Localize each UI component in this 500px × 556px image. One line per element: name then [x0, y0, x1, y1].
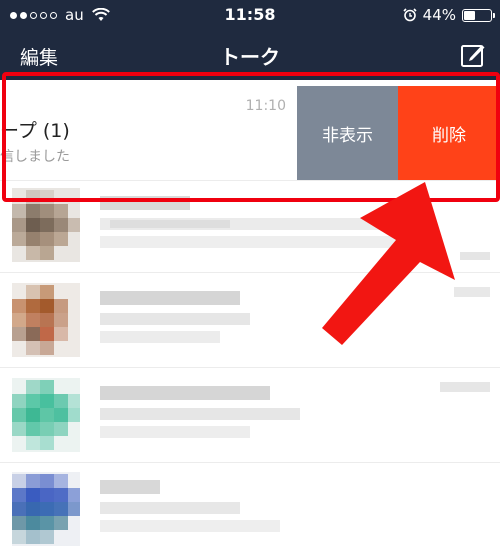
page-title: トーク: [220, 45, 280, 69]
avatar: [12, 378, 80, 452]
hide-button[interactable]: 非表示: [297, 86, 398, 180]
blurred-message-preview: [100, 382, 490, 438]
chat-name: ープ (1): [0, 120, 70, 142]
row-divider: [0, 272, 500, 273]
list-item[interactable]: [0, 180, 500, 272]
delete-button[interactable]: 削除: [398, 86, 500, 180]
row-divider: [0, 462, 500, 463]
list-item[interactable]: [0, 370, 500, 462]
list-item[interactable]: [0, 275, 500, 367]
list-item[interactable]: [0, 464, 500, 556]
alarm-clock-icon: [403, 8, 417, 22]
avatar: [12, 472, 80, 546]
battery-fill: [464, 10, 476, 20]
chat-time: 11:10: [245, 98, 286, 114]
nav-bar: 編集 トーク: [0, 30, 500, 80]
status-bar: au 11:58 44%: [0, 0, 500, 30]
avatar: [12, 188, 80, 262]
blurred-message-preview: [100, 196, 490, 260]
battery-icon: [462, 8, 495, 22]
status-right: 44%: [403, 6, 495, 24]
blurred-message-preview: [100, 480, 280, 532]
avatar: [12, 283, 80, 357]
chat-list[interactable]: ープ (1) 信しました 11:10 非表示 削除: [0, 80, 500, 551]
row-divider: [0, 367, 500, 368]
swiped-chat-row[interactable]: ープ (1) 信しました 11:10: [0, 86, 300, 180]
battery-percentage: 44%: [422, 6, 456, 24]
chat-last-message: 信しました: [0, 149, 70, 165]
blurred-message-preview: [100, 287, 490, 343]
compose-icon[interactable]: [460, 42, 486, 68]
